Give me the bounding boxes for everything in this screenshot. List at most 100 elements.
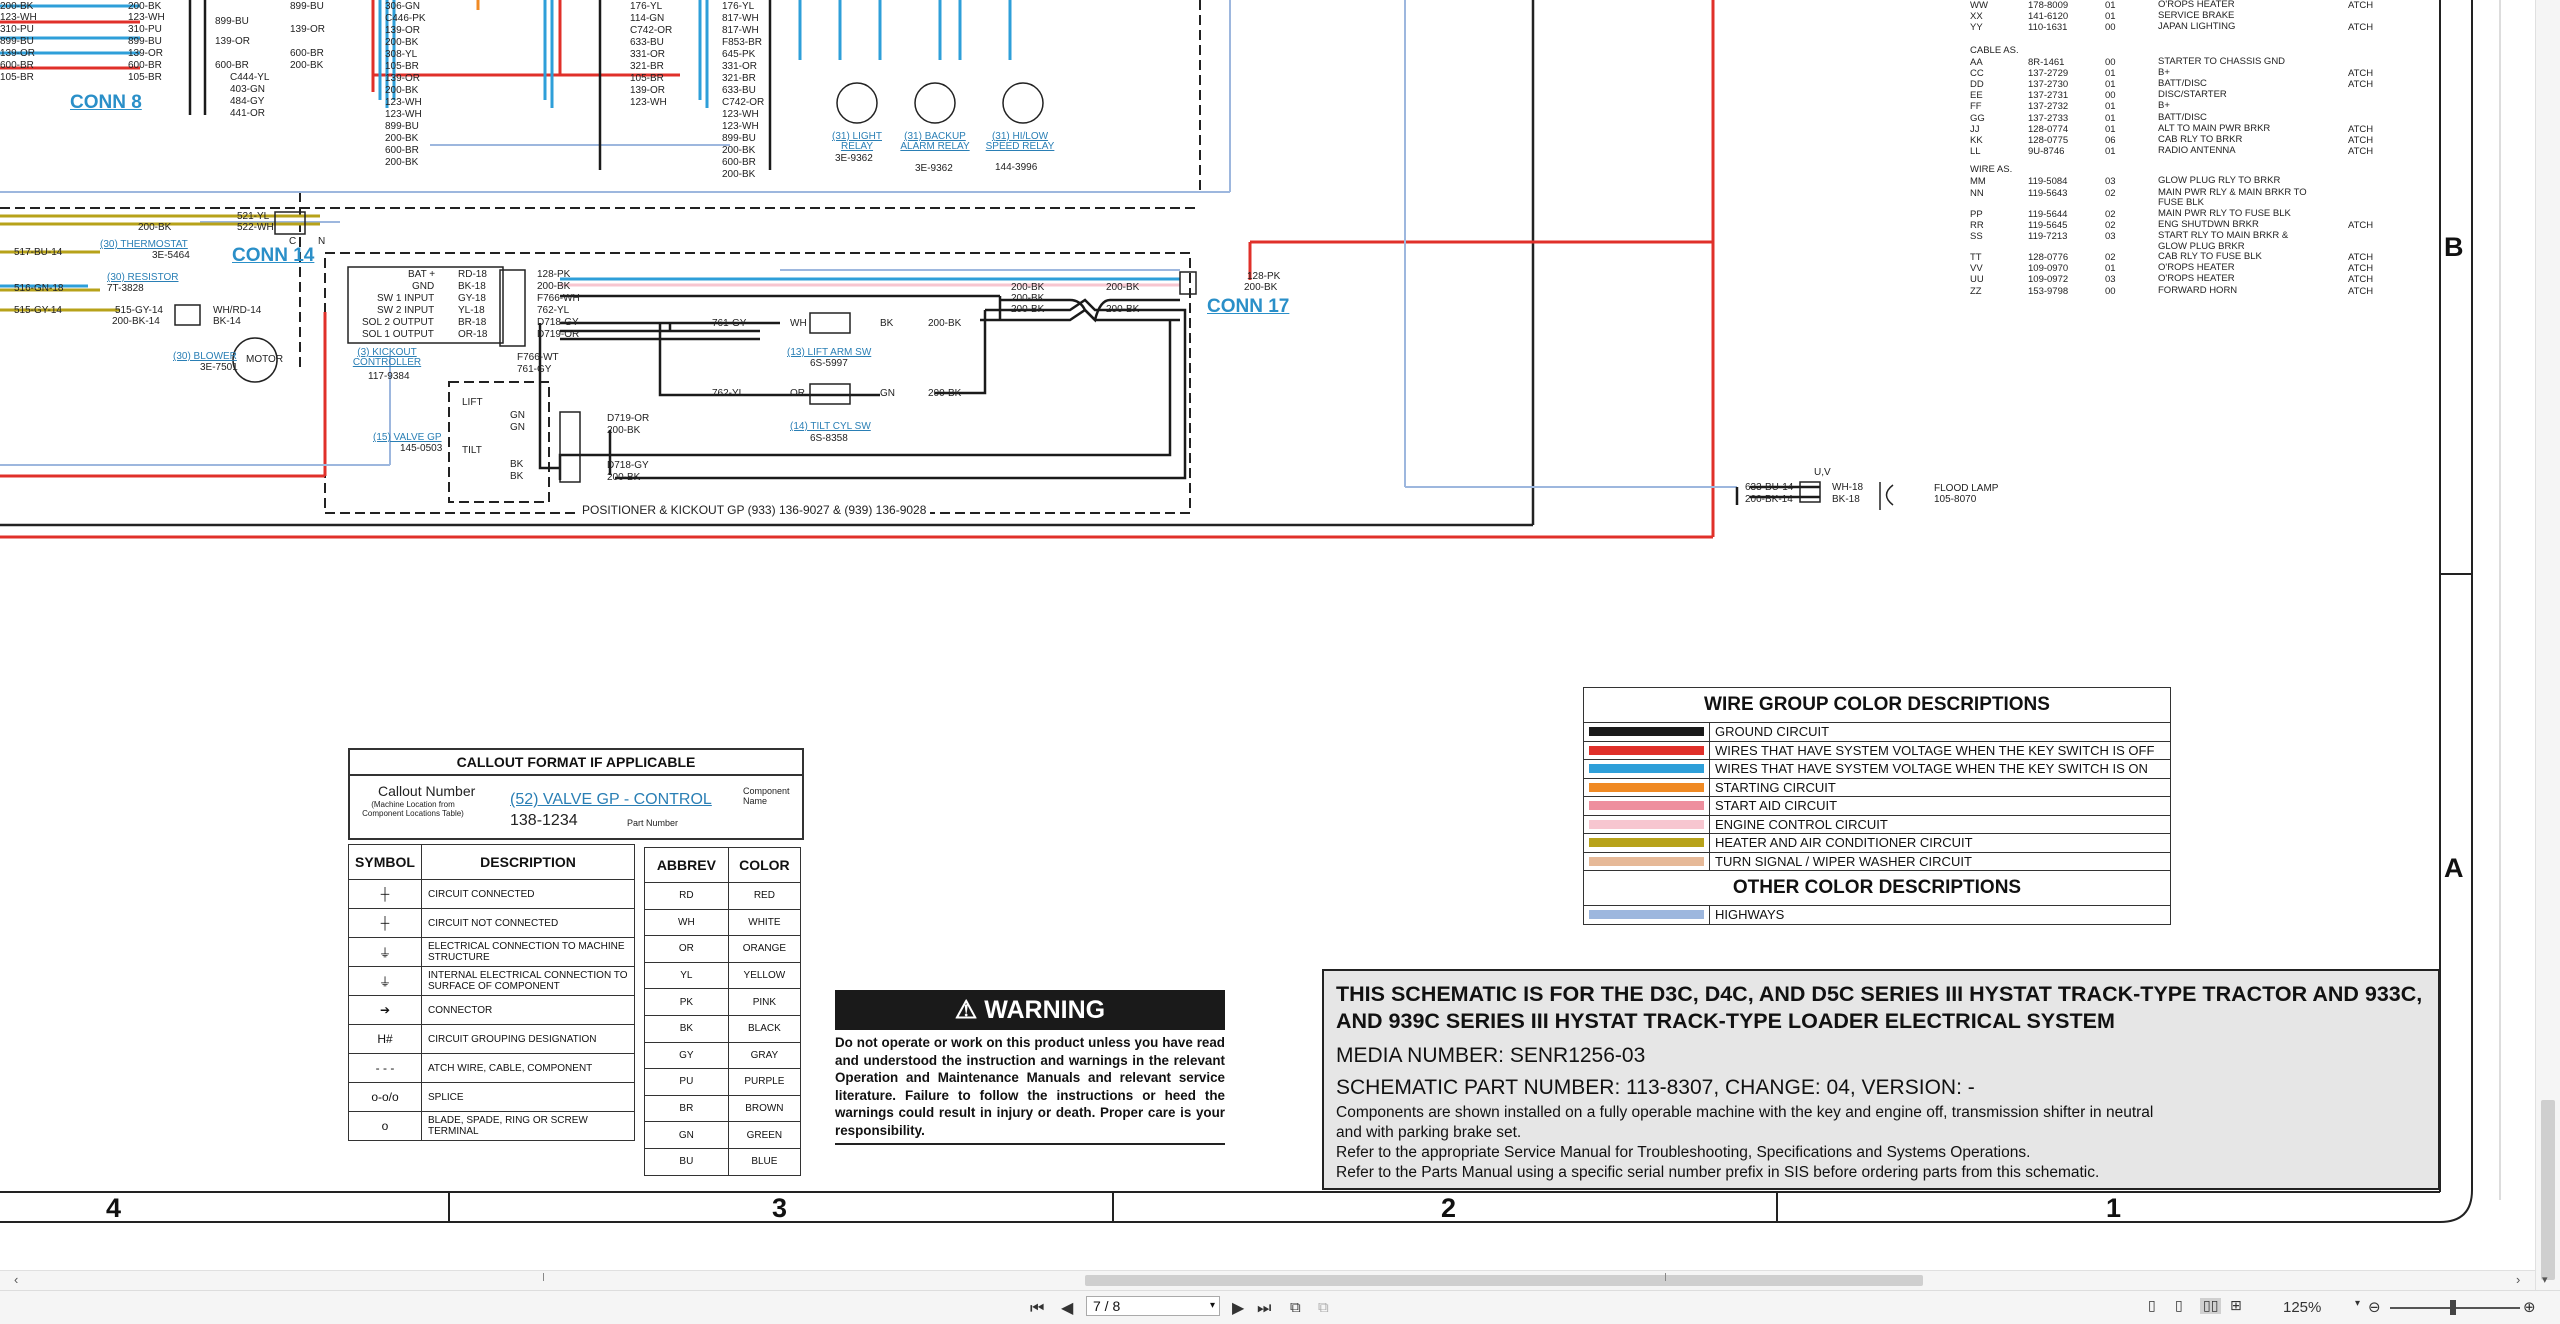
abbrev-row: RD RED — [644, 882, 802, 910]
symbol-description: CIRCUIT GROUPING DESIGNATION — [421, 1024, 635, 1054]
continuous-view-button[interactable]: ▯ — [2175, 1298, 2183, 1314]
symbol-cell: ┼ — [348, 908, 422, 938]
wire-label: 516-GN-18 — [14, 283, 64, 294]
prev-page-button[interactable]: ◀ — [1061, 1298, 1073, 1317]
warning-header: ⚠ WARNING — [835, 990, 1225, 1030]
color-swatch — [1589, 856, 1704, 866]
callout-example[interactable]: (52) VALVE GP - CONTROL — [510, 791, 712, 809]
wire-label: BK — [510, 471, 524, 482]
harness-part: 141-6120 — [2028, 11, 2069, 23]
abbrev-color: PINK — [727, 988, 802, 1016]
kickout-controller-label[interactable]: (3) KICKOUT CONTROLLER — [352, 348, 422, 368]
lift-arm-switch-label[interactable]: (13) LIFT ARM SW — [787, 347, 871, 358]
valve-gp-label[interactable]: (15) VALVE GP — [373, 432, 442, 443]
backup-relay-label[interactable]: (31) BACKUP ALARM RELAY — [900, 132, 970, 152]
conn8-label[interactable]: CONN 8 — [70, 92, 142, 114]
abbrev-code: OR — [644, 935, 729, 963]
zoom-slider-handle[interactable] — [2450, 1300, 2456, 1315]
hilow-relay-label[interactable]: (31) HI/LOW SPEED RELAY — [985, 132, 1055, 152]
zoom-out-button[interactable]: ⊖ — [2368, 1298, 2381, 1316]
wire-label: 123-WH — [385, 97, 422, 108]
harness-part: 110-1631 — [2028, 22, 2068, 34]
harness-part: 119-5645 — [2028, 219, 2068, 231]
blower-label[interactable]: (30) BLOWER — [173, 351, 237, 362]
zoom-level[interactable]: 125% — [2283, 1299, 2321, 1316]
wire-label: 600-BR — [722, 157, 756, 168]
harness-part: 178-8009 — [2028, 0, 2069, 11]
wire-label: 762-YL — [712, 388, 745, 399]
motor-label: MOTOR — [246, 354, 284, 365]
conn14-label[interactable]: CONN 14 — [232, 245, 314, 267]
page-dropdown-icon[interactable]: ▾ — [1210, 1297, 1215, 1315]
zoom-dropdown-icon[interactable]: ▾ — [2355, 1298, 2360, 1309]
wire-label: 139-OR — [630, 85, 666, 96]
wire-label: 200-BK — [607, 425, 641, 436]
part-number-label: Part Number — [627, 818, 679, 828]
conn17-label[interactable]: CONN 17 — [1207, 296, 1289, 318]
scroll-left-arrow-icon[interactable]: ‹ — [14, 1272, 18, 1287]
abbrev-color: GRAY — [727, 1041, 802, 1070]
tilt-switch-label[interactable]: (14) TILT CYL SW — [790, 421, 871, 432]
next-page-button[interactable]: ▶ — [1232, 1298, 1244, 1317]
harness-atch: ATCH — [2348, 67, 2374, 79]
thermostat-label[interactable]: (30) THERMOSTAT — [100, 239, 188, 250]
abbrev-row: YL YELLOW — [644, 961, 802, 990]
tilt-switch-part: 6S-8358 — [810, 433, 848, 444]
symbol-description: CIRCUIT NOT CONNECTED — [421, 908, 635, 938]
cable-title: CABLE AS. — [1970, 44, 2019, 56]
vertical-scrollbar-thumb[interactable] — [2541, 1100, 2555, 1280]
symbol-row: ⏚ ELECTRICAL CONNECTION TO MACHINE STRUCT… — [348, 937, 635, 967]
abbrev-color: GREEN — [727, 1121, 802, 1149]
light-relay-label[interactable]: (31) LIGHT RELAY — [828, 132, 886, 152]
wire-color-row: ENGINE CONTROL CIRCUIT — [1583, 814, 2171, 834]
harness-code: VV — [1970, 263, 1983, 275]
harness-qty: 02 — [2105, 187, 2116, 199]
resistor-label[interactable]: (30) RESISTOR — [107, 272, 179, 283]
page-number-field[interactable]: 7 / 8 ▾ — [1086, 1296, 1220, 1316]
wire-label: 200-BK — [1244, 282, 1278, 293]
abbrev-code: BR — [644, 1094, 729, 1123]
horizontal-scrollbar-thumb[interactable] — [1085, 1275, 1923, 1286]
wire-label: OR — [790, 388, 805, 399]
wire-label: GN — [880, 388, 895, 399]
wire-label: 123-WH — [128, 12, 165, 23]
abbrev-code: GN — [644, 1121, 729, 1149]
harness-part: 137-2729 — [2028, 67, 2069, 79]
first-page-button[interactable]: ⏮ — [1030, 1298, 1044, 1318]
color-swatch-cell — [1583, 833, 1710, 853]
harness-desc: SERVICE BRAKE — [2158, 10, 2235, 22]
facing-view-button[interactable]: ▯▯ — [2200, 1298, 2222, 1314]
zoom-in-button[interactable]: ⊕ — [2523, 1298, 2536, 1316]
harness-part: 8R-1461 — [2028, 56, 2065, 68]
wire-label: D719-OR — [537, 329, 580, 340]
harness-part: 109-0970 — [2028, 263, 2069, 275]
last-page-button[interactable]: ⏭ — [1257, 1298, 1271, 1318]
hilow-relay-part: 144-3996 — [995, 162, 1038, 173]
copy-page-button[interactable]: ⧉ — [1290, 1298, 1301, 1316]
abbrev-code: PU — [644, 1068, 729, 1096]
single-page-view-button[interactable]: ▯ — [2148, 1298, 2156, 1314]
warning-title: WARNING — [984, 996, 1106, 1024]
abbrev-color: ORANGE — [727, 935, 802, 963]
wire-color-row: WIRES THAT HAVE SYSTEM VOLTAGE WHEN THE … — [1583, 759, 2171, 779]
wire-label: 105-BR — [630, 73, 664, 84]
vertical-scrollbar[interactable]: ▾ — [2535, 0, 2560, 1290]
harness-qty: 01 — [2105, 263, 2116, 275]
abbrev-row: BR BROWN — [644, 1094, 802, 1123]
harness-code: RR — [1970, 219, 1984, 231]
wire-label: 633-BU — [722, 85, 756, 96]
other-color-title: OTHER COLOR DESCRIPTIONS — [1583, 870, 2171, 906]
color-swatch-cell — [1583, 796, 1710, 816]
abbrev-row: WH WHITE — [644, 908, 802, 937]
scroll-right-arrow-icon[interactable]: › — [2516, 1272, 2520, 1287]
color-col-header: COLOR — [727, 847, 802, 883]
wire-label: F766-WH — [537, 293, 580, 304]
harness-part: 119-5644 — [2028, 208, 2068, 220]
wire-label: 515-GY-14 — [115, 305, 163, 316]
book-view-button[interactable]: ⊞ — [2230, 1298, 2242, 1314]
horizontal-scrollbar[interactable]: ‹ › — [0, 1270, 2535, 1291]
paste-page-button[interactable]: ⧉ — [1318, 1298, 1329, 1316]
wire-label: 105-BR — [0, 72, 34, 83]
scroll-down-arrow-icon[interactable]: ▾ — [2542, 1273, 2548, 1286]
symbol-cell: H# — [348, 1024, 422, 1054]
